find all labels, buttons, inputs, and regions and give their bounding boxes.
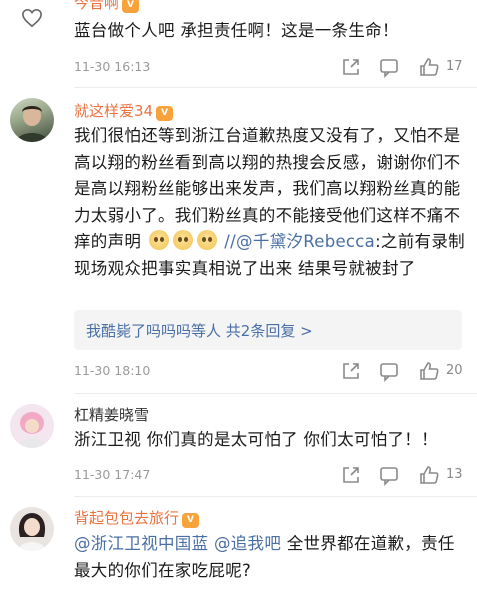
- comment-meta: 11-30 18:10 20: [74, 360, 470, 382]
- timestamp: 11-30 18:10: [74, 363, 151, 378]
- repost-separator: //: [224, 232, 237, 251]
- divider: [74, 393, 477, 394]
- share-icon[interactable]: [340, 464, 362, 486]
- comment-icon[interactable]: [378, 360, 400, 382]
- like-count: 13: [446, 467, 463, 482]
- emoji-icon: [148, 230, 169, 250]
- emoji-icon: [196, 230, 217, 250]
- like-count: 20: [446, 363, 463, 378]
- username[interactable]: 今昔啊 V: [74, 0, 140, 13]
- mention-link[interactable]: @追我吧: [214, 534, 281, 553]
- username[interactable]: 杠精姜晓雪: [74, 404, 149, 425]
- vip-badge: V: [122, 0, 140, 13]
- heart-icon: [22, 8, 42, 28]
- share-icon[interactable]: [340, 360, 362, 382]
- like-count: 17: [446, 59, 463, 74]
- mention-link[interactable]: @浙江卫视中国蓝: [74, 534, 208, 553]
- username[interactable]: 就这样爱34 V: [74, 100, 174, 121]
- comment-text: 蓝台做个人吧 承担责任啊！这是一条生命！: [74, 21, 399, 40]
- comment-meta: 11-30 17:47 13: [74, 464, 470, 486]
- comment-icon[interactable]: [378, 56, 400, 78]
- vip-badge: V: [182, 513, 200, 528]
- like-icon[interactable]: [418, 360, 440, 382]
- comment-text: @浙江卫视中国蓝 @追我吧 全世界都在道歉，责任最大的你们在家吃屁呢?: [74, 534, 455, 580]
- avatar[interactable]: [10, 404, 54, 448]
- heart-button[interactable]: [10, 0, 54, 40]
- avatar[interactable]: [10, 98, 54, 142]
- share-icon[interactable]: [340, 56, 362, 78]
- timestamp: 11-30 17:47: [74, 467, 151, 482]
- divider: [74, 87, 477, 88]
- mention-link[interactable]: @千黛汐Rebecca: [236, 232, 375, 251]
- like-icon[interactable]: [418, 56, 440, 78]
- divider: [74, 496, 477, 497]
- emoji-icon: [172, 230, 193, 250]
- comment-text: 我们很怕还等到浙江台道歉热度又没有了，又怕不是高以翔的粉丝看到高以翔的热搜会反感…: [74, 126, 465, 278]
- comment-text: 浙江卫视 你们真的是太可怕了 你们太可怕了！！: [74, 430, 438, 449]
- comment-icon[interactable]: [378, 464, 400, 486]
- vip-badge: V: [156, 106, 174, 121]
- avatar[interactable]: [10, 507, 54, 551]
- username[interactable]: 背起包包去旅行 V: [74, 507, 200, 528]
- comment-meta: 11-30 16:13 17: [74, 56, 470, 78]
- like-icon[interactable]: [418, 464, 440, 486]
- timestamp: 11-30 16:13: [74, 59, 151, 74]
- reply-summary[interactable]: 我酷毙了吗吗吗等人 共2条回复 >: [74, 310, 462, 350]
